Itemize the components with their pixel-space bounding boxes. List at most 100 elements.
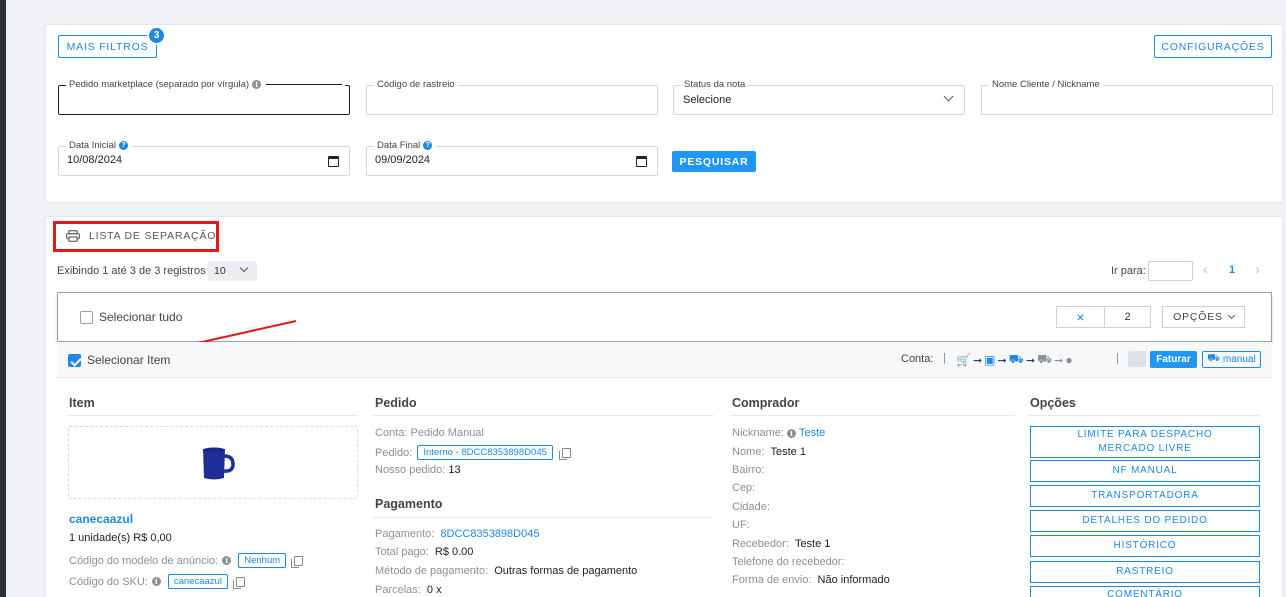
search-button[interactable]: PESQUISAR: [672, 151, 756, 172]
tracking-button[interactable]: RASTREIO: [1030, 561, 1260, 583]
select-all-checkbox[interactable]: [80, 311, 93, 324]
order-header: Selecionar Item Conta: | 🛒 ➞ ▣ ➞ ⛟ ➞ ⛟ ➞ ● |…: [57, 342, 1272, 378]
tracking-code-field[interactable]: Código de rastreio: [366, 79, 658, 115]
manual-label: manual: [1222, 354, 1256, 365]
more-filters-count-badge: 3: [147, 26, 166, 45]
divider: [1028, 415, 1260, 416]
buyer-nickname-link[interactable]: Teste: [799, 427, 825, 439]
cart-icon: 🛒: [956, 353, 971, 367]
zip-label: Cep:: [732, 482, 756, 494]
order-flow-status: 🛒 ➞ ▣ ➞ ⛟ ➞ ⛟ ➞ ●: [956, 352, 1073, 368]
comment-button[interactable]: COMENTÁRIO: [1030, 586, 1260, 597]
order-account-value: Pedido Manual: [410, 427, 484, 439]
dispatch-limit-button[interactable]: LIMITE PARA DESPACHO MERCADO LIVRE: [1030, 426, 1260, 458]
current-page[interactable]: 1: [1229, 264, 1235, 276]
quantity-price: 1 unidade(s) R$ 0,00: [69, 532, 172, 544]
next-page-button[interactable]: ›: [1255, 261, 1260, 278]
order-account-label: Conta:: [375, 427, 408, 439]
divider: [373, 415, 713, 416]
order-details-button[interactable]: DETALHES DO PEDIDO: [1030, 510, 1260, 532]
receiver-value: Teste 1: [794, 538, 831, 550]
settings-button[interactable]: CONFIGURAÇÕES: [1154, 35, 1272, 58]
clear-selection-button[interactable]: ×: [1056, 306, 1104, 328]
installments-row: Parcelas: 0 x: [375, 584, 442, 596]
invoice-button-label: Faturar: [1156, 354, 1191, 365]
product-image-box: [68, 426, 358, 499]
buyer-nickname-label: Nickname:: [732, 427, 784, 439]
receiver-label: Recebedor:: [732, 538, 789, 550]
sku-label: Código do SKU:: [69, 575, 148, 588]
start-date-field[interactable]: Data Inicial ? 10/08/2024: [58, 140, 350, 176]
order-id-tag: Interno - 8DCC8353898D045: [417, 445, 553, 460]
start-date-label-wrap: Data Inicial ?: [66, 140, 131, 151]
select-item-checkbox[interactable]: [68, 354, 81, 367]
settings-label: CONFIGURAÇÕES: [1161, 40, 1265, 53]
total-paid-label: Total pago:: [375, 546, 429, 558]
end-date-label: Data Final: [377, 140, 421, 151]
select-item-label: Selecionar Item: [87, 353, 171, 367]
calendar-icon[interactable]: [636, 156, 647, 167]
selected-count: 2: [1124, 311, 1131, 323]
copy-icon[interactable]: [291, 555, 304, 568]
separation-list-label: LISTA DE SEPARAÇÃO: [89, 230, 217, 242]
page-size-select[interactable]: 10: [208, 261, 257, 281]
end-date-field[interactable]: Data Final ? 09/09/2024: [366, 140, 658, 176]
manual-invoice-label: NF MANUAL: [1112, 465, 1178, 476]
chevron-down-icon: [943, 91, 954, 102]
help-icon: ?: [423, 141, 433, 150]
info-icon: i: [252, 80, 262, 89]
info-icon: i: [222, 556, 232, 565]
divider: [730, 415, 1015, 416]
payment-section-title: Pagamento: [375, 497, 443, 511]
options-dropdown-button[interactable]: OPÇÕES: [1162, 306, 1245, 328]
truck-icon: ⛟: [1037, 352, 1053, 366]
shipping-value: Não informado: [817, 574, 890, 586]
copy-icon[interactable]: [558, 447, 571, 460]
payment-method-value: Outras formas de pagamento: [494, 565, 638, 577]
copy-icon[interactable]: [232, 576, 245, 589]
invoice-status-value: Selecione: [683, 94, 732, 106]
our-order-row: Nosso pedido: 13: [375, 464, 461, 476]
records-info: Exibindo 1 até 3 de 3 registros: [57, 265, 206, 277]
options-section-title: Opções: [1030, 396, 1076, 410]
end-date-input[interactable]: 09/09/2024: [375, 154, 430, 166]
order-id-label: Pedido:: [375, 446, 413, 459]
more-filters-button[interactable]: MAIS FILTROS: [58, 35, 157, 58]
marketplace-order-label-wrap: Pedido marketplace (separado por vírgula…: [66, 79, 346, 90]
history-label: HISTÓRICO: [1113, 540, 1177, 551]
buyer-name-row: Nome: Teste 1: [732, 446, 806, 458]
city-label: Cidade:: [732, 501, 770, 513]
history-button[interactable]: HISTÓRICO: [1030, 535, 1260, 557]
marketplace-order-field[interactable]: Pedido marketplace (separado por vírgula…: [58, 79, 350, 115]
ad-model-label: Código do modelo de anúncio:: [69, 554, 219, 567]
invoice-status-select[interactable]: Status da nota Selecione: [673, 79, 965, 115]
calendar-icon[interactable]: [328, 156, 339, 167]
order-details-label: DETALHES DO PEDIDO: [1082, 515, 1208, 526]
client-nickname-field[interactable]: Nome Cliente / Nickname: [981, 79, 1273, 115]
separation-list-button[interactable]: LISTA DE SEPARAÇÃO: [66, 230, 216, 242]
ad-model-row: Código do modelo de anúncio: i Nenhum: [69, 553, 304, 568]
our-order-value: 13: [448, 464, 461, 476]
prev-page-button[interactable]: ‹: [1203, 261, 1208, 278]
buyer-name-label: Nome:: [732, 446, 765, 458]
dolly-icon: ⛟: [1008, 352, 1024, 366]
buyer-nickname-row: Nickname: i Teste: [732, 427, 825, 439]
left-edge-strip: [0, 0, 6, 597]
goto-page-input[interactable]: [1148, 261, 1193, 281]
start-date-input[interactable]: 10/08/2024: [67, 154, 122, 166]
buyer-name-value: Teste 1: [770, 446, 806, 458]
state-label: UF:: [732, 519, 750, 531]
payment-id-link[interactable]: 8DCC8353898D045: [440, 528, 539, 540]
manual-invoice-button[interactable]: NF MANUAL: [1030, 460, 1260, 482]
selected-count-box: 2: [1104, 306, 1151, 328]
manual-badge: ⛟ manual: [1202, 351, 1261, 368]
total-paid-value: R$ 0.00: [434, 546, 474, 558]
goto-label: Ir para:: [1111, 265, 1146, 277]
arrow-right-icon: ➞: [997, 354, 1007, 367]
carrier-button[interactable]: TRANSPORTADORA: [1030, 485, 1260, 507]
separator: |: [1116, 352, 1119, 364]
info-icon: i: [786, 428, 796, 438]
invoice-button[interactable]: Faturar: [1150, 351, 1197, 368]
printer-icon: [66, 230, 80, 242]
product-name-link[interactable]: canecaazul: [69, 512, 133, 526]
